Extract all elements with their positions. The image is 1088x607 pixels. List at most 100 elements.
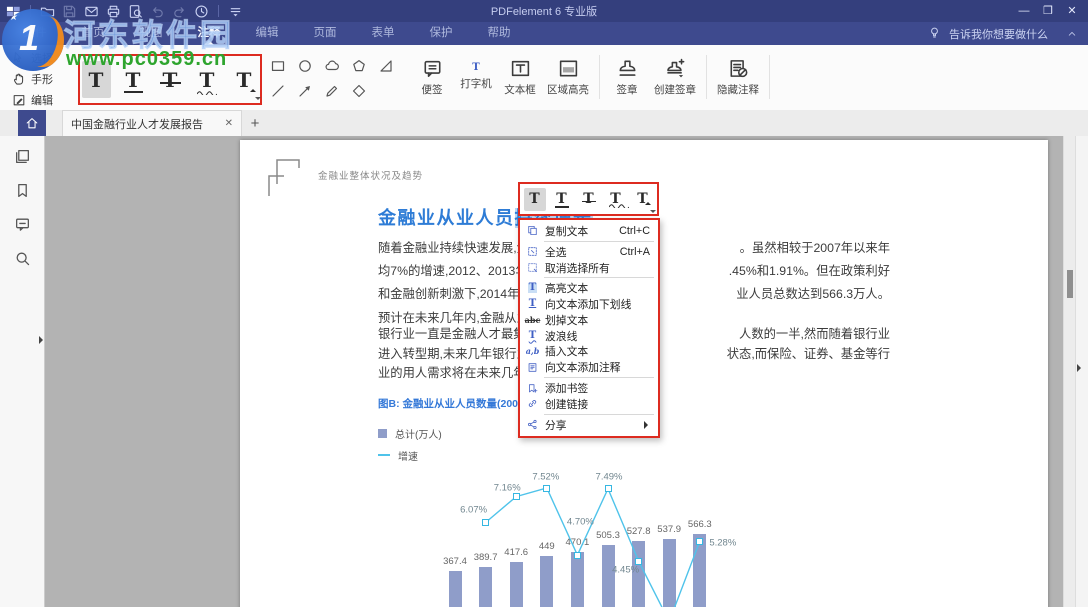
bookmark-add-icon (524, 383, 541, 394)
close-tab-icon[interactable]: ✕ (225, 118, 233, 129)
create-stamp-icon (665, 58, 686, 79)
print-icon[interactable] (106, 4, 121, 19)
hand-icon (12, 72, 26, 86)
bar-value-label: 449 (524, 541, 570, 552)
scrollbar-thumb[interactable] (1067, 270, 1073, 298)
sticky-note-button[interactable]: 便签 (415, 58, 449, 97)
arrow-icon[interactable] (297, 83, 313, 99)
page-thumbnails-icon[interactable] (14, 148, 31, 165)
annotation-toolbar: 选择手形编辑 TTTTT 便签T打字机文本框区域高亮签章创建签章隐藏注释 (0, 45, 1088, 111)
mode-tool-label: 选择 (31, 50, 53, 66)
menu-item[interactable]: 取消选择所有 (520, 260, 658, 276)
strikethrough-text-tool[interactable]: T (156, 61, 185, 98)
mode-tool-select-cursor[interactable]: 选择 (12, 47, 53, 68)
hide-annotations-icon (728, 58, 749, 79)
polygon-icon[interactable] (351, 58, 367, 74)
menu-item[interactable]: 向文本添加注释 (520, 359, 658, 375)
menu-item[interactable]: T高亮文本 (520, 280, 658, 296)
menu-item-label: 高亮文本 (545, 280, 588, 296)
underline-text-tool[interactable]: T (119, 61, 148, 98)
bar-2010 (571, 552, 584, 607)
right-panel-expand-arrow[interactable] (1077, 364, 1085, 372)
caret-text-tool[interactable]: T (230, 61, 259, 98)
menu-separator (544, 377, 654, 378)
ribbon-tab-8[interactable]: 帮助 (470, 22, 528, 45)
bookmarks-icon[interactable] (14, 182, 31, 199)
menu-item-label: 划掉文本 (545, 312, 588, 328)
area-highlight-button[interactable]: 区域高亮 (547, 58, 589, 97)
squiggly-text-tool[interactable]: T (193, 61, 222, 98)
bar-value-label: 367.4 (432, 556, 478, 567)
oval-icon[interactable] (297, 58, 313, 74)
ribbon-tab-3[interactable]: 注释 (180, 22, 238, 45)
tell-me-box[interactable]: 告诉我你想要做什么 (928, 22, 1062, 45)
pencil-icon[interactable] (324, 83, 340, 99)
cloud-icon[interactable] (324, 58, 340, 74)
highlight-text-tool[interactable]: T (524, 188, 546, 211)
toolbar-buttons: 便签 T打字机文本框区域高亮签章创建签章隐藏注释 (415, 51, 770, 103)
email-icon[interactable] (84, 4, 99, 19)
eraser-icon[interactable] (351, 83, 367, 99)
ribbon-tab-1[interactable]: 首页 (64, 22, 122, 45)
customize-toolbar-icon[interactable] (228, 4, 243, 19)
ribbon-tab-bar: 文件首页视图注释编辑页面表单保护帮助 告诉我你想要做什么 (0, 22, 1088, 45)
mode-tool-hand[interactable]: 手形 (12, 68, 53, 89)
open-file-icon[interactable] (40, 4, 55, 19)
connected-lines-icon[interactable] (378, 58, 394, 74)
ribbon-tab-5[interactable]: 页面 (296, 22, 354, 45)
menu-item[interactable]: 创建链接 (520, 396, 658, 412)
search-icon[interactable] (14, 250, 31, 267)
menu-item[interactable]: T向文本添加下划线 (520, 296, 658, 312)
app-logo-icon[interactable] (6, 4, 21, 19)
growth-label: 5.28% (709, 538, 736, 549)
mode-tool-label: 手形 (31, 71, 53, 87)
rectangle-icon[interactable] (270, 58, 286, 74)
menu-item[interactable]: 全选Ctrl+A (520, 244, 658, 260)
text-box-button[interactable]: 文本框 (503, 58, 537, 97)
typewriter-button[interactable]: T打字机 (459, 63, 493, 91)
history-icon[interactable] (194, 4, 209, 19)
minimize-button[interactable]: — (1012, 0, 1036, 22)
ribbon-tab-6[interactable]: 表单 (354, 22, 412, 45)
underline-text-tool[interactable]: T (551, 188, 573, 211)
menu-item[interactable]: 分享 (520, 417, 658, 433)
menu-item[interactable]: T波浪线 (520, 328, 658, 344)
mode-tool-label: 编辑 (31, 92, 53, 108)
caret-text-tool[interactable]: T (632, 188, 654, 211)
highlight-text-tool[interactable]: T (82, 61, 111, 98)
strikethrough-text-tool[interactable]: T (578, 188, 600, 211)
insert-text-icon: a,b (524, 347, 541, 355)
stamp-button[interactable]: 签章 (610, 58, 644, 97)
pdf-page: 金融业整体状况及趋势 金融业从业人员持续增长 随着金融业持续快速发展,金融。虽然… (240, 140, 1048, 607)
menu-item[interactable]: abc划掉文本 (520, 312, 658, 328)
button-label: 文本框 (504, 82, 536, 97)
squiggly-text-tool[interactable]: T (605, 188, 627, 211)
line-icon[interactable] (270, 83, 286, 99)
menu-item[interactable]: a,b插入文本 (520, 344, 658, 360)
ribbon-tab-4[interactable]: 编辑 (238, 22, 296, 45)
preview-icon[interactable] (128, 4, 143, 19)
ribbon-tab-2[interactable]: 视图 (122, 22, 180, 45)
create-stamp-button[interactable]: 创建签章 (654, 58, 696, 97)
sidebar-expand-arrow[interactable] (39, 336, 47, 344)
undo-icon[interactable] (150, 4, 165, 19)
text-box-icon (510, 58, 531, 79)
document-tab[interactable]: 中国金融行业人才发展报告 ✕ (62, 110, 242, 136)
new-tab-button[interactable]: + (242, 110, 268, 136)
menu-item[interactable]: 添加书签 (520, 380, 658, 396)
close-button[interactable]: ✕ (1060, 0, 1084, 22)
text-line-right: 。虽然相较于2007年以来年 (740, 237, 890, 260)
hide-annotations-button[interactable]: 隐藏注释 (717, 58, 759, 97)
maximize-button[interactable]: ❒ (1036, 0, 1060, 22)
home-button[interactable] (18, 110, 46, 136)
link-icon (524, 398, 541, 409)
comments-icon[interactable] (14, 216, 31, 233)
ribbon-tab-7[interactable]: 保护 (412, 22, 470, 45)
line-point-marker (513, 493, 520, 500)
menu-item[interactable]: 复制文本Ctrl+C (520, 223, 658, 239)
collapse-ribbon-button[interactable] (1062, 22, 1088, 45)
ribbon-tab-0[interactable]: 文件 (6, 22, 64, 45)
save-icon[interactable] (62, 4, 77, 19)
redo-icon[interactable] (172, 4, 187, 19)
mode-tool-edit-pencil[interactable]: 编辑 (12, 89, 53, 110)
